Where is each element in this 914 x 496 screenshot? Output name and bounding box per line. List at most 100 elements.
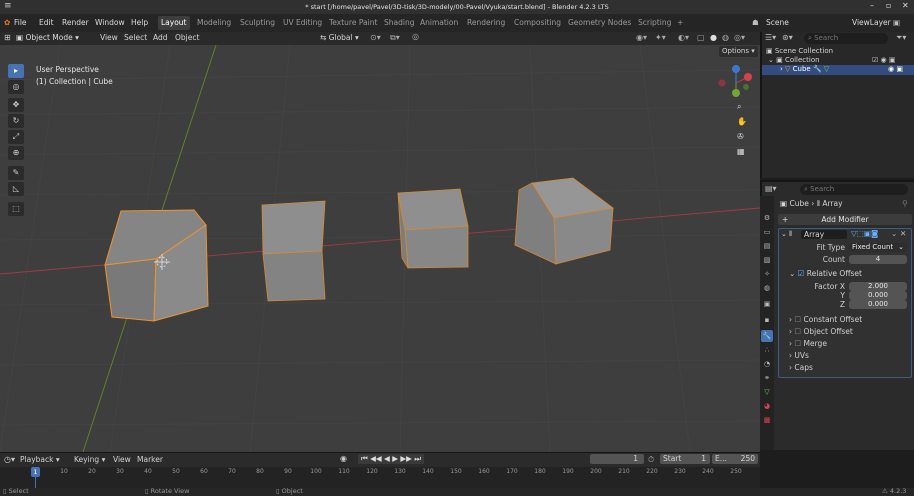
playhead[interactable]: 1: [31, 467, 40, 477]
add-workspace-button[interactable]: +: [677, 14, 683, 32]
collection-tab-icon[interactable]: ▣: [761, 298, 773, 310]
timeline-editor-icon[interactable]: ◷▾: [4, 455, 15, 464]
fit-type-dropdown[interactable]: Fixed Count ⌄: [849, 243, 907, 252]
modifier-tab-icon[interactable]: 🔧: [761, 330, 773, 342]
menu-marker[interactable]: Marker: [137, 455, 163, 464]
current-frame-field[interactable]: 1: [590, 454, 644, 464]
collection-visibility-icon[interactable]: ☑ ◉ ▣: [872, 56, 895, 64]
pin-icon[interactable]: ⚲: [902, 199, 908, 208]
cursor-tool-icon[interactable]: ◎: [8, 80, 24, 94]
scene-tab-icon[interactable]: ✧: [761, 268, 773, 280]
output-tab-icon[interactable]: ▤: [761, 240, 773, 252]
proportional-edit-icon[interactable]: ◎: [412, 32, 419, 41]
menu-help[interactable]: Help: [131, 14, 148, 32]
outliner-editor-icon[interactable]: ☰▾: [765, 33, 776, 42]
select-box-tool-icon[interactable]: ▸: [8, 64, 24, 78]
annotate-tool-icon[interactable]: ✎: [8, 166, 24, 180]
gizmo-toggle-icon[interactable]: ✦▾: [655, 33, 666, 42]
transform-tool-icon[interactable]: ⊕: [8, 146, 24, 160]
constant-offset-header[interactable]: › ☐ Constant Offset: [789, 315, 862, 324]
properties-editor-icon[interactable]: ▤▾: [765, 184, 777, 193]
count-field[interactable]: 4: [849, 255, 907, 264]
snap-icon[interactable]: ⧉▾: [390, 33, 400, 43]
merge-header[interactable]: › ☐ Merge: [789, 339, 827, 348]
render-tab-icon[interactable]: ▭: [761, 226, 773, 238]
camera-icon[interactable]: ✇: [737, 132, 744, 141]
tab-animation[interactable]: Animation: [420, 14, 458, 32]
factor-y-field[interactable]: 0.000: [849, 291, 907, 300]
timeline-menu-view[interactable]: View: [113, 455, 131, 464]
tab-texture-paint[interactable]: Texture Paint: [329, 14, 377, 32]
factor-x-field[interactable]: 2.000: [849, 282, 907, 291]
mode-dropdown[interactable]: ▣ Object Mode ▾: [16, 33, 79, 42]
tab-layout[interactable]: Layout: [158, 16, 190, 30]
start-frame-field[interactable]: Start 1: [660, 454, 710, 464]
shading-solid-icon[interactable]: ●: [710, 33, 717, 42]
add-modifier-button[interactable]: + Add Modifier: [778, 214, 912, 225]
uvs-header[interactable]: › UVs: [789, 351, 809, 360]
rotate-tool-icon[interactable]: ↻: [8, 114, 24, 128]
tab-modeling[interactable]: Modeling: [197, 14, 231, 32]
properties-search-input[interactable]: ⌕ Search: [800, 184, 908, 195]
end-frame-field[interactable]: E... 250: [712, 454, 758, 464]
visibility-icon[interactable]: ◉▾: [636, 33, 647, 42]
menu-render[interactable]: Render: [62, 14, 89, 32]
menu-add[interactable]: Add: [153, 33, 168, 42]
menu-edit[interactable]: Edit: [39, 14, 54, 32]
tab-uv-editing[interactable]: UV Editing: [283, 14, 322, 32]
menu-keying[interactable]: Keying ▾: [74, 455, 105, 464]
shading-material-icon[interactable]: ◍: [722, 33, 729, 42]
record-icon[interactable]: ◉: [340, 454, 347, 463]
modifier-name-field[interactable]: Array: [801, 230, 847, 239]
relative-offset-header[interactable]: ⌄ ☑ Relative Offset: [789, 269, 862, 278]
material-tab-icon[interactable]: ◕: [761, 400, 773, 412]
texture-tab-icon[interactable]: ▩: [761, 414, 773, 426]
modifier-collapse-icon[interactable]: ⌄ ⦀: [781, 230, 792, 239]
add-cube-tool-icon[interactable]: ⬚: [8, 202, 24, 216]
shading-rendered-icon[interactable]: ◎▾: [734, 33, 745, 42]
object-offset-header[interactable]: › ☐ Object Offset: [789, 327, 853, 336]
options-button[interactable]: Options ▾: [719, 46, 758, 57]
pan-hand-icon[interactable]: ✋: [737, 117, 747, 126]
perspective-toggle-icon[interactable]: ▦: [737, 147, 745, 156]
orientation-dropdown[interactable]: ⇆ Global ▾: [320, 33, 359, 42]
modifier-visibility-icons[interactable]: ▽⬚▣◙: [851, 229, 878, 238]
menu-select[interactable]: Select: [124, 33, 147, 42]
tab-scripting[interactable]: Scripting: [638, 14, 671, 32]
overlay-toggle-icon[interactable]: ◐▾: [678, 33, 689, 42]
playback-controls-icon[interactable]: ⏮ ◀◀ ◀ ▶ ▶▶ ⏭: [358, 454, 425, 464]
navigation-gizmo[interactable]: [716, 63, 756, 103]
object-tab-icon[interactable]: ▪: [761, 314, 773, 326]
maximize-button[interactable]: ▫: [886, 1, 891, 10]
display-mode-icon[interactable]: ⊛▾: [782, 33, 793, 42]
tool-tab-icon[interactable]: ⚙: [761, 212, 773, 224]
physics-tab-icon[interactable]: ◔: [761, 358, 773, 370]
move-tool-icon[interactable]: ✥: [8, 98, 24, 112]
menu-file[interactable]: File: [14, 14, 27, 32]
blender-logo-icon[interactable]: ✿: [4, 14, 10, 32]
scene-selector[interactable]: Scene: [766, 14, 789, 32]
xray-toggle-icon[interactable]: ▢: [697, 33, 705, 42]
tab-shading[interactable]: Shading: [384, 14, 414, 32]
world-tab-icon[interactable]: ◍: [761, 282, 773, 294]
scale-tool-icon[interactable]: ⤢: [8, 130, 24, 144]
tab-sculpting[interactable]: Sculpting: [240, 14, 275, 32]
data-tab-icon[interactable]: ▽: [761, 386, 773, 398]
3d-viewport[interactable]: User Perspective (1) Collection | Cube O…: [0, 45, 760, 452]
close-button[interactable]: ✕: [902, 1, 909, 10]
constraints-tab-icon[interactable]: ⚭: [761, 372, 773, 384]
caps-header[interactable]: › Caps: [789, 363, 813, 372]
tab-geometry-nodes[interactable]: Geometry Nodes: [568, 14, 631, 32]
cube-visibility-icon[interactable]: ◉ ▣: [888, 65, 903, 73]
menu-view[interactable]: View: [100, 33, 118, 42]
view-layer-tab-icon[interactable]: ▧: [761, 254, 773, 266]
menu-playback[interactable]: Playback ▾: [20, 455, 60, 464]
minimize-button[interactable]: –: [870, 1, 874, 10]
menu-object[interactable]: Object: [175, 33, 199, 42]
tab-compositing[interactable]: Compositing: [514, 14, 561, 32]
menu-window[interactable]: Window: [95, 14, 125, 32]
outliner-cube-row[interactable]: › ▽ Cube 🔧 ▽ ◉ ▣: [762, 65, 914, 75]
particles-tab-icon[interactable]: ∴: [761, 344, 773, 356]
viewlayer-selector[interactable]: ViewLayer: [852, 14, 891, 32]
tab-rendering[interactable]: Rendering: [467, 14, 505, 32]
